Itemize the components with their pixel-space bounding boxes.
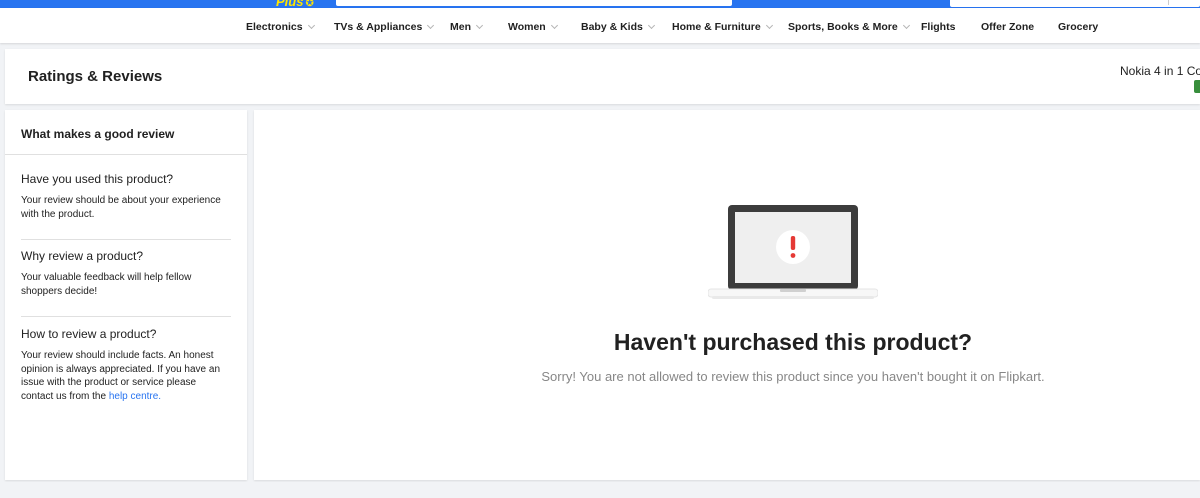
not-purchased-message: Sorry! You are not allowed to review thi…	[541, 369, 1045, 384]
chevron-down-icon	[765, 21, 773, 30]
guideline-heading: Have you used this product?	[21, 172, 174, 186]
laptop-alert-icon	[708, 205, 878, 299]
nav-item-baby-kids[interactable]: Baby & Kids	[581, 21, 655, 33]
nav-item-men[interactable]: Men	[450, 21, 484, 33]
help-centre-link[interactable]: help centre.	[109, 391, 161, 402]
page-title: Ratings & Reviews	[28, 68, 163, 85]
nav-item-flights[interactable]: Flights	[921, 21, 955, 33]
ratings-header-card: Ratings & Reviews Nokia 4 in 1 Con	[5, 49, 1200, 104]
not-purchased-card: Haven't purchased this product? Sorry! Y…	[254, 110, 1200, 480]
category-nav: Electronics TVs & Appliances Men Women B…	[0, 8, 1200, 43]
review-guidelines-sidebar: What makes a good review Have you used t…	[5, 110, 247, 480]
section-divider	[21, 239, 231, 240]
nav-item-offer-zone[interactable]: Offer Zone	[981, 21, 1034, 33]
chevron-down-icon	[647, 21, 655, 30]
search-input[interactable]	[336, 0, 732, 6]
product-name[interactable]: Nokia 4 in 1 Con	[1120, 64, 1200, 78]
chevron-down-icon	[550, 21, 558, 30]
chevron-down-icon	[427, 21, 435, 30]
guideline-body: Your valuable feedback will help fellow …	[21, 272, 192, 297]
rating-badge	[1194, 80, 1200, 93]
chevron-down-icon	[475, 21, 484, 30]
guideline-heading: Why review a product?	[21, 249, 144, 263]
section-divider	[21, 316, 231, 317]
chevron-down-icon	[902, 21, 910, 30]
nav-item-sports-books[interactable]: Sports, Books & More	[788, 21, 910, 33]
guideline-why-review: Why review a product? Your valuable feed…	[21, 249, 231, 298]
header-right-field[interactable]	[950, 0, 1200, 7]
not-purchased-heading: Haven't purchased this product?	[613, 329, 973, 355]
guideline-heading: How to review a product?	[21, 327, 157, 341]
nav-item-home-furniture[interactable]: Home & Furniture	[672, 21, 773, 33]
sidebar-divider	[5, 154, 247, 155]
nav-item-grocery[interactable]: Grocery	[1058, 21, 1098, 33]
guideline-body: Your review should be about your experie…	[21, 195, 221, 220]
guideline-body: Your review should include facts. An hon…	[21, 350, 221, 402]
sidebar-title: What makes a good review	[21, 127, 175, 141]
chevron-down-icon	[307, 21, 315, 30]
header-divider	[1168, 0, 1169, 5]
guideline-how-review: How to review a product? Your review sho…	[21, 327, 231, 403]
guideline-used-product: Have you used this product? Your review …	[21, 172, 231, 221]
nav-item-women[interactable]: Women	[508, 21, 558, 33]
page-bottom	[0, 482, 1200, 498]
nav-item-electronics[interactable]: Electronics	[246, 21, 315, 33]
nav-item-tvs-appliances[interactable]: TVs & Appliances	[334, 21, 435, 33]
